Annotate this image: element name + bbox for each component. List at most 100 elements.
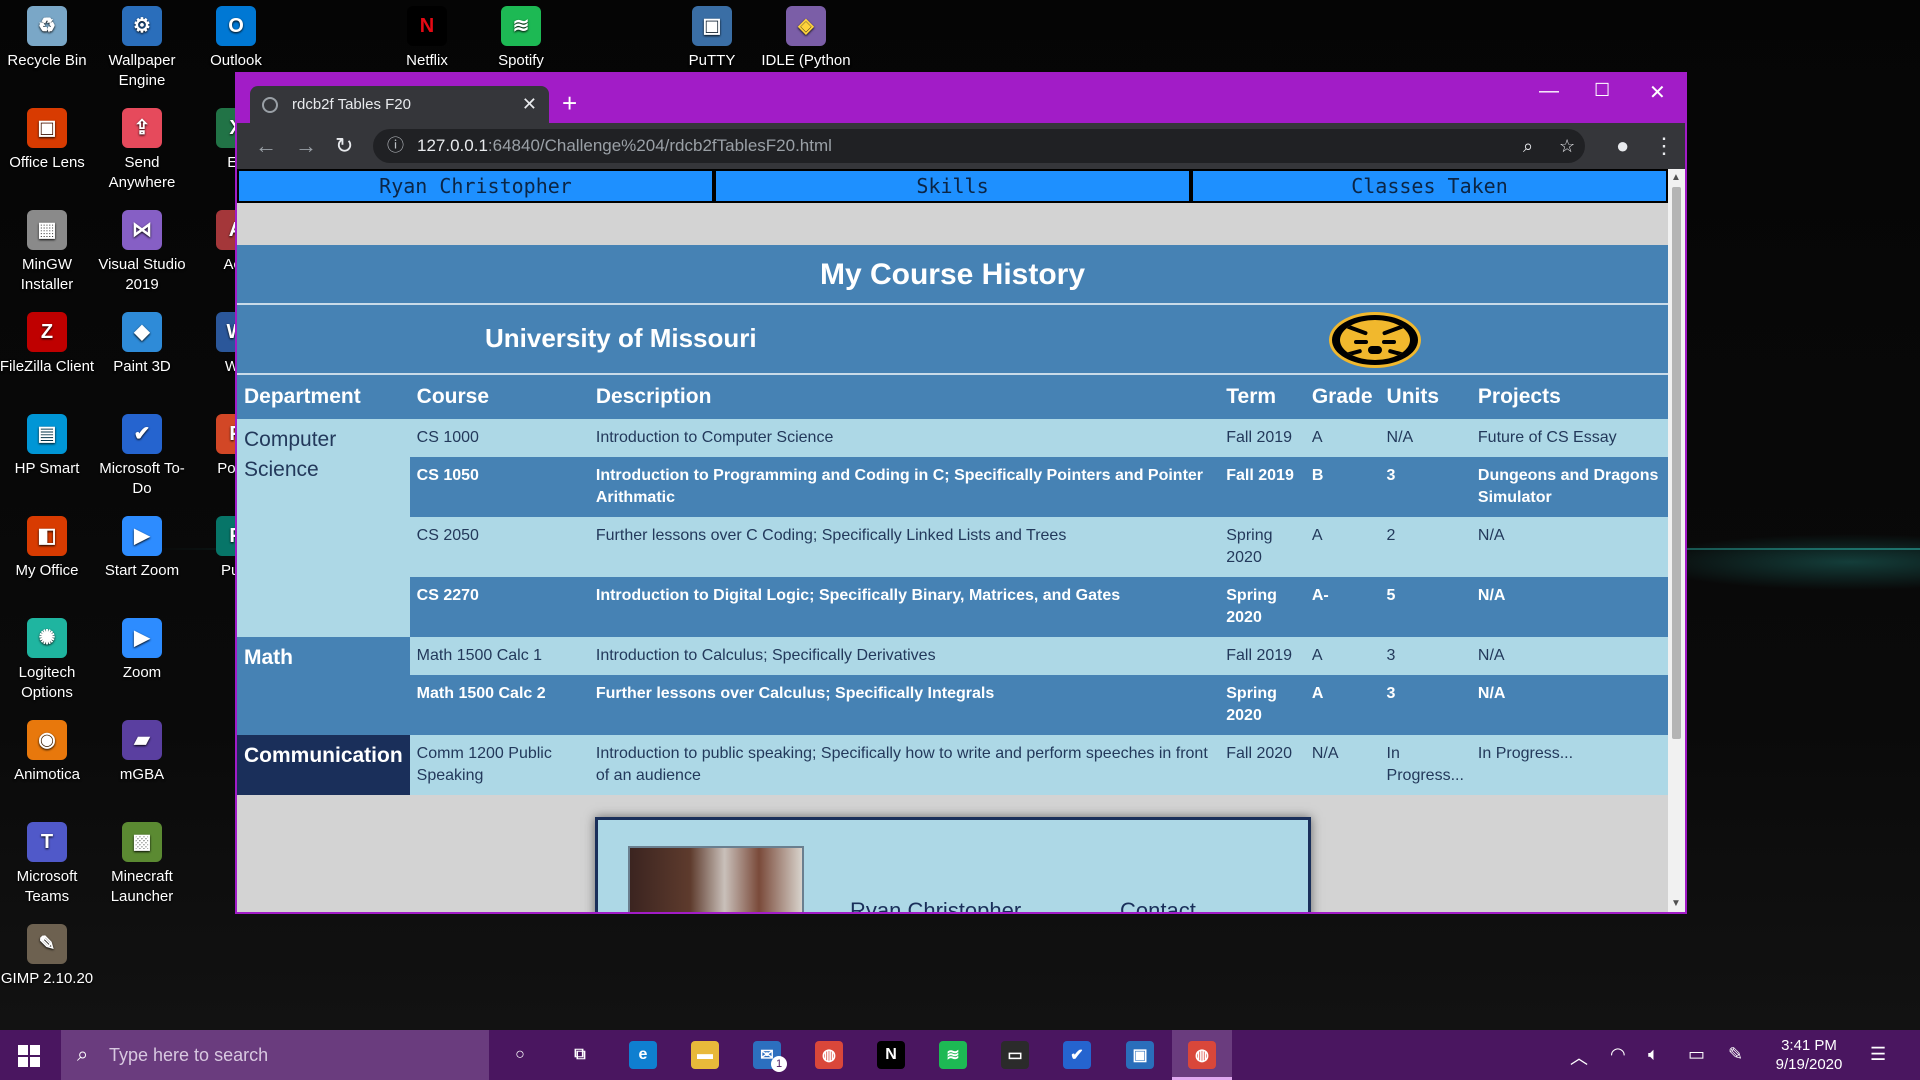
desktop-shortcut[interactable]: ✺ Logitech Options [0,614,95,703]
table-row: Math 1500 Calc 2 Further lessons over Ca… [237,675,1668,735]
desktop-shortcut[interactable]: ◆ Paint 3D [94,308,190,377]
nav-link-classes[interactable]: Classes Taken [1191,169,1668,203]
nav-link-home[interactable]: Ryan Christopher [237,169,714,203]
desktop-shortcut[interactable]: ♻ Recycle Bin [0,2,95,71]
forward-button[interactable]: → [295,133,317,159]
new-tab-button[interactable]: + [562,88,577,119]
close-tab-icon[interactable]: ✕ [522,94,537,115]
desktop-shortcut[interactable]: ≋ Spotify [473,2,569,71]
desktop-shortcut[interactable]: O Outlook [188,2,284,71]
desktop-shortcut[interactable]: ⚙ Wallpaper Engine [94,2,190,91]
taskbar-app[interactable]: ○ [490,1030,550,1080]
desktop-shortcut[interactable]: Z FileZilla Client [0,308,95,377]
course-cell: Math 1500 Calc 2 [409,675,589,735]
desktop-shortcut-label: Microsoft To-Do [99,460,185,497]
taskbar-search[interactable]: ⌕ Type here to search [61,1030,489,1080]
units-cell: 3 [1379,675,1471,735]
show-hidden-icons-chevron-icon[interactable]: ︿ [1570,1044,1588,1070]
desktop-shortcut-label: Visual Studio 2019 [98,256,186,293]
desktop-shortcut[interactable]: ▩ Minecraft Launcher [94,818,190,907]
back-button[interactable]: ← [255,133,277,159]
desktop-shortcut[interactable]: ▶ Zoom [94,614,190,683]
desktop-shortcut[interactable]: ▣ PuTTY [664,2,760,71]
desktop-shortcut[interactable]: ◉ Animotica [0,716,95,785]
desktop-shortcut[interactable]: ⇪ Send Anywhere [94,104,190,193]
table-row: Communication Comm 1200 Public Speaking … [237,735,1668,795]
address-bar[interactable]: ⓘ 127.0.0.1:64840/Challenge%204/rdcb2fTa… [373,129,1585,163]
desktop-shortcut[interactable]: ✎ GIMP 2.10.20 [0,920,95,989]
university-name: University of Missouri [485,323,757,353]
course-cell: Comm 1200 Public Speaking [409,735,589,795]
menu-icon[interactable]: ⋮ [1653,133,1675,159]
desktop-shortcut-label: IDLE (Python [761,52,851,69]
pen-icon[interactable]: ✎ [1728,1044,1743,1065]
scroll-down-icon[interactable]: ▼ [1671,898,1681,909]
desktop-shortcut[interactable]: ◧ My Office [0,512,95,581]
description-cell: Introduction to Calculus; Specifically D… [588,637,1220,675]
contact-heading[interactable]: Contact [1120,898,1196,912]
browser-tab[interactable]: rdcb2f Tables F20 ✕ [250,86,549,123]
projects-cell: N/A [1470,675,1668,735]
desktop-shortcut[interactable]: ⋈ Visual Studio 2019 [94,206,190,295]
desktop-shortcut-label: Logitech Options [18,664,76,701]
close-window-button[interactable]: ✕ [1649,80,1666,105]
taskbar-app[interactable]: e [613,1030,673,1080]
grade-cell: A [1304,675,1380,735]
taskbar-app[interactable]: ▣ [1110,1030,1170,1080]
desktop-shortcut[interactable]: ✔ Microsoft To-Do [94,410,190,499]
units-cell: 2 [1379,517,1471,577]
clock[interactable]: 3:41 PM 9/19/2020 [1764,1036,1854,1074]
desktop-shortcut[interactable]: ▣ Office Lens [0,104,95,173]
wallpaper-engine-icon: ▣ [1126,1041,1154,1069]
filezilla-icon: Z [27,312,67,352]
desktop-shortcut[interactable]: T Microsoft Teams [0,818,95,907]
paint-3d-icon: ◆ [122,312,162,352]
scrollbar-thumb[interactable] [1672,187,1681,739]
taskbar-app[interactable]: ▬ [675,1030,735,1080]
table-row: CS 1050 Introduction to Programming and … [237,457,1668,517]
battery-icon[interactable]: ▭ [1688,1044,1705,1065]
nav-link-skills[interactable]: Skills [714,169,1191,203]
desktop-shortcut[interactable]: ▤ HP Smart [0,410,95,479]
taskbar-app[interactable]: ✔ [1047,1030,1107,1080]
desktop-shortcut[interactable]: ◈ IDLE (Python [758,2,854,71]
profile-name: Ryan Christopher [850,898,1022,912]
wifi-icon[interactable]: ◠ [1610,1044,1626,1065]
units-cell: 5 [1379,577,1471,637]
taskbar-app[interactable]: N [861,1030,921,1080]
notifications-icon[interactable]: ☰ [1870,1044,1886,1065]
scrollbar[interactable]: ▲ ▼ [1668,169,1685,912]
desktop-shortcut-label: Animotica [14,766,80,783]
taskbar-app[interactable]: ◍ [799,1030,859,1080]
taskbar-app[interactable]: ⧉ [550,1030,610,1080]
maximize-button[interactable]: ☐ [1594,80,1610,101]
units-cell: 3 [1379,457,1471,517]
table-row: Computer Science CS 1000 Introduction to… [237,419,1668,637]
bookmark-star-icon[interactable]: ☆ [1559,129,1575,163]
mail-badge: 1 [771,1056,787,1072]
minimize-button[interactable]: — [1539,80,1559,103]
desktop-shortcut[interactable]: ▰ mGBA [94,716,190,785]
site-info-icon[interactable]: ⓘ [387,129,404,163]
windows-start-icon[interactable] [18,1045,40,1067]
taskbar-app[interactable]: ◍ [1172,1030,1232,1080]
taskbar-app[interactable]: ≋ [923,1030,983,1080]
taskbar-app[interactable]: ✉ 1 [737,1030,797,1080]
desktop-shortcut[interactable]: ▦ MinGW Installer [0,206,95,295]
top-nav: Ryan Christopher Skills Classes Taken [237,169,1668,203]
tab-title: rdcb2f Tables F20 [292,96,411,113]
desktop-shortcut[interactable]: N Netflix [379,2,475,71]
reload-button[interactable]: ↻ [335,133,353,159]
taskbar-app[interactable]: ▭ [985,1030,1045,1080]
scroll-up-icon[interactable]: ▲ [1671,172,1681,183]
volume-icon[interactable]: 🔈︎ [1648,1044,1659,1065]
search-icon: ⌕ [77,1044,89,1066]
desktop-shortcut[interactable]: ▶ Start Zoom [94,512,190,581]
desktop-shortcut-label: Recycle Bin [7,52,87,69]
title-bar[interactable]: rdcb2f Tables F20 ✕ + — ☐ ✕ [237,74,1685,123]
profile-icon[interactable]: ● [1616,133,1629,159]
units-cell: 3 [1379,637,1471,675]
desktop-shortcut-label: GIMP 2.10.20 [0,970,94,987]
recycle-bin-icon: ♻ [27,6,67,46]
zoom-icon[interactable]: ⌕ [1523,129,1533,163]
